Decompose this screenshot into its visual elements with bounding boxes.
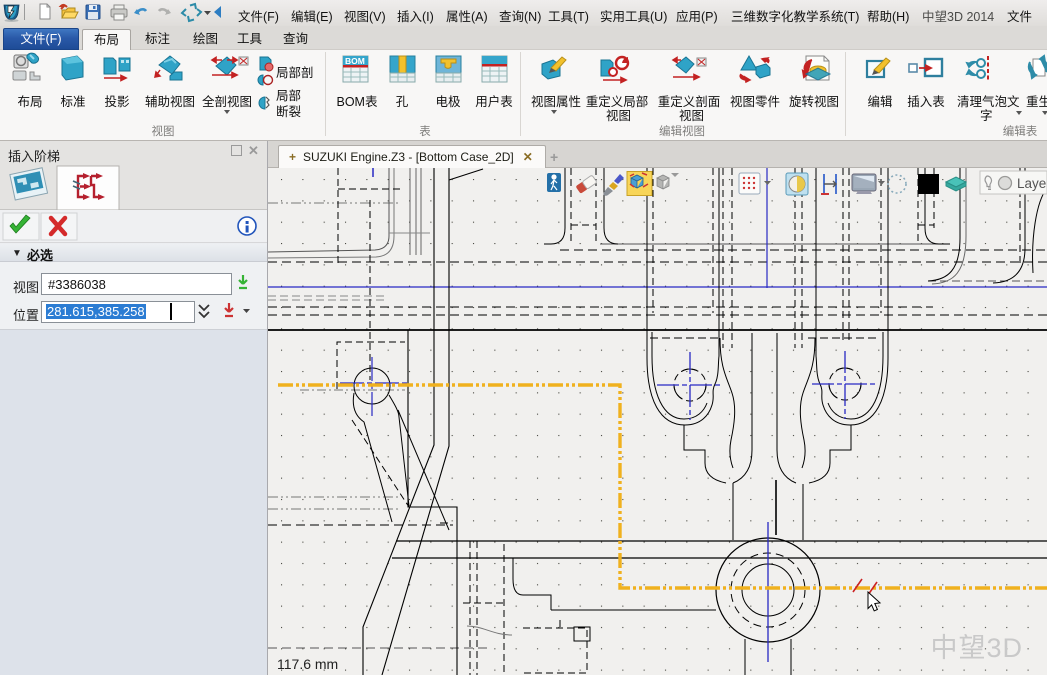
svg-text:断裂: 断裂 bbox=[276, 104, 301, 119]
svg-text:Layer0: Layer0 bbox=[1017, 176, 1047, 191]
svg-text:BOM: BOM bbox=[345, 56, 365, 66]
